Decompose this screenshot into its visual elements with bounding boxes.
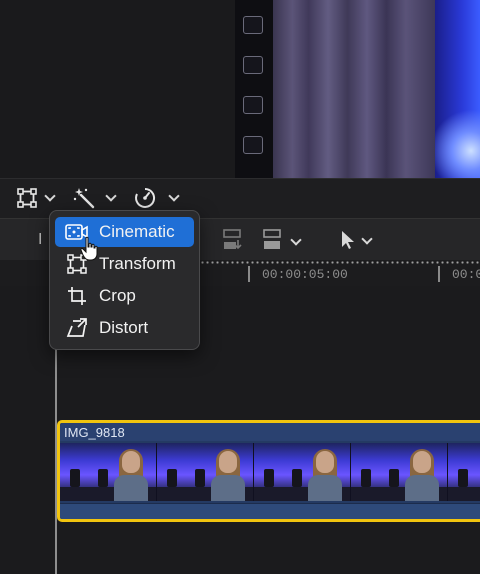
overwrite-icon — [263, 229, 281, 249]
ruler-range-dots — [200, 261, 480, 264]
clip-thumbnail — [448, 443, 480, 501]
chevron-down-icon — [105, 190, 117, 202]
enhancements-button[interactable] — [73, 187, 117, 209]
video-frame — [235, 0, 480, 178]
speedometer-icon — [135, 187, 156, 208]
menu-item-label: Transform — [99, 254, 176, 273]
clip-audio-waveform — [60, 503, 480, 519]
clip-thumbnail — [60, 443, 157, 501]
menu-item-label: Crop — [99, 286, 136, 305]
distort-icon — [65, 317, 89, 339]
film-sprocket-strip — [235, 0, 273, 178]
ruler-timecode: 00:0 — [452, 267, 480, 282]
clip-thumbnail — [254, 443, 351, 501]
transform-tool-button[interactable] — [17, 187, 56, 209]
menu-item-distort[interactable]: Distort — [55, 313, 194, 343]
menu-item-transform[interactable]: Transform — [55, 249, 194, 279]
overwrite-edit-button[interactable] — [222, 228, 244, 257]
edit-append-icon — [223, 229, 242, 250]
menu-item-label: Distort — [99, 318, 149, 337]
video-clip[interactable]: IMG_9818 — [57, 420, 480, 522]
ruler-tick — [248, 266, 250, 282]
magic-wand-icon — [73, 188, 95, 209]
transform-menu: Cinematic Transform Crop Distort — [49, 210, 200, 350]
edit-mode-button[interactable] — [262, 228, 302, 252]
ruler-tick — [438, 266, 440, 282]
hand-cursor-icon — [80, 236, 102, 267]
clip-thumbnail — [351, 443, 448, 501]
chevron-down-icon — [361, 233, 373, 245]
chevron-down-icon — [168, 190, 180, 202]
menu-item-cinematic[interactable]: Cinematic — [55, 217, 194, 247]
menu-item-label: Cinematic — [99, 222, 175, 241]
clip-thumbnail — [157, 443, 254, 501]
viewer — [0, 0, 480, 178]
sprocket-hole — [243, 16, 263, 34]
ruler-timecode: 00:00:05:00 — [262, 267, 348, 282]
clip-name: IMG_9818 — [64, 425, 125, 440]
curtain-image — [273, 0, 435, 178]
sprocket-hole — [243, 56, 263, 74]
chevron-down-icon — [290, 234, 302, 246]
menu-item-crop[interactable]: Crop — [55, 281, 194, 311]
crop-icon — [65, 285, 89, 307]
sprocket-hole — [243, 96, 263, 114]
sprocket-hole — [243, 136, 263, 154]
clip-filmstrip — [60, 443, 480, 501]
chevron-down-icon — [44, 190, 56, 202]
transform-icon — [17, 188, 37, 208]
select-tool-button[interactable] — [340, 230, 373, 250]
light-glow — [435, 110, 480, 178]
clip-appearance-button[interactable]: I — [38, 231, 42, 249]
retime-button[interactable] — [134, 187, 180, 209]
arrow-pointer-icon — [342, 231, 354, 249]
